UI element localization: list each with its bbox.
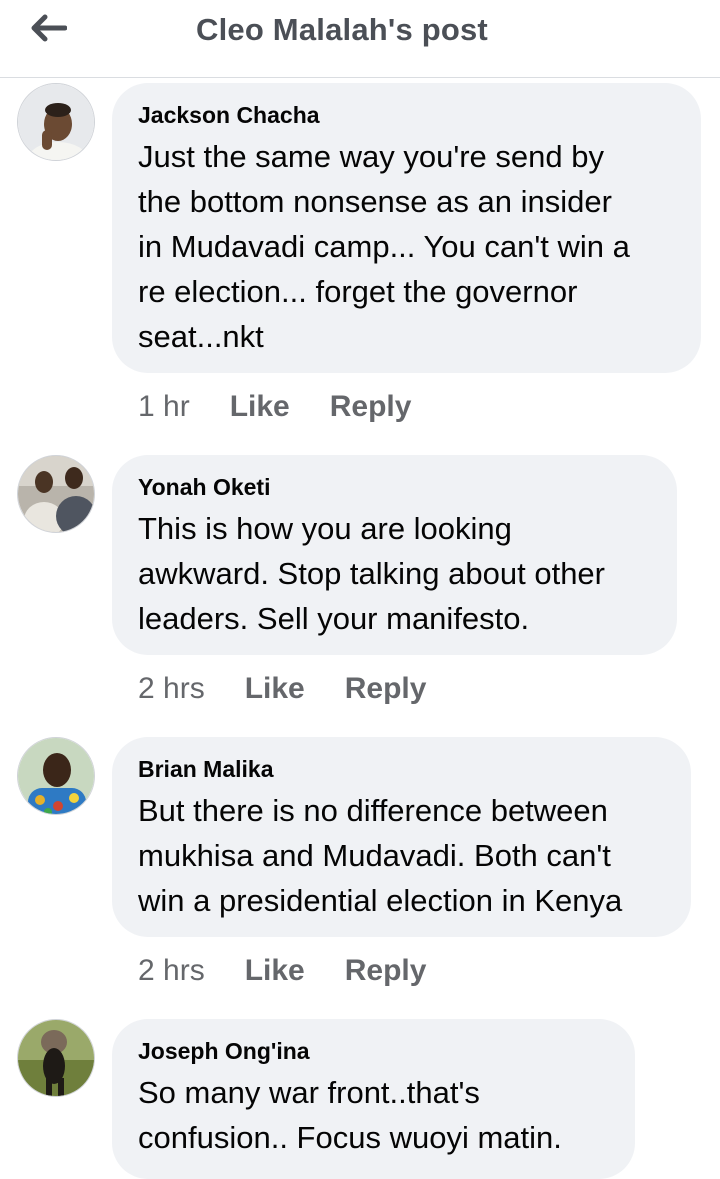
- like-button[interactable]: Like: [230, 390, 290, 424]
- back-button[interactable]: [26, 8, 70, 48]
- comment-author[interactable]: Brian Malika: [138, 754, 665, 784]
- comment-time[interactable]: 1 hr: [138, 390, 190, 424]
- reply-button[interactable]: Reply: [345, 954, 427, 988]
- comment-text: Just the same way you're send by the bot…: [138, 139, 630, 354]
- comment-author[interactable]: Joseph Ong'ina: [138, 1036, 609, 1066]
- page-title: Cleo Malalah's post: [196, 12, 488, 47]
- comment-bubble: Joseph Ong'ina So many war front..that's…: [112, 1019, 635, 1179]
- avatar[interactable]: [17, 83, 95, 161]
- like-button[interactable]: Like: [245, 954, 305, 988]
- comment-text: So many war front..that's confusion.. Fo…: [138, 1075, 562, 1155]
- comment-actions: 2 hrs Like Reply: [138, 672, 466, 706]
- top-bar: Cleo Malalah's post: [0, 0, 720, 78]
- avatar[interactable]: [17, 1019, 95, 1097]
- reply-button[interactable]: Reply: [330, 390, 412, 424]
- comment-bubble: Jackson Chacha Just the same way you're …: [112, 83, 701, 373]
- comment-actions: 2 hrs Like Reply: [138, 954, 466, 988]
- like-button[interactable]: Like: [245, 672, 305, 706]
- comment-text: But there is no difference between mukhi…: [138, 793, 623, 918]
- comment-author[interactable]: Yonah Oketi: [138, 472, 651, 502]
- avatar[interactable]: [17, 737, 95, 815]
- comment-time[interactable]: 2 hrs: [138, 954, 205, 988]
- arrow-left-icon: [31, 14, 67, 42]
- comment-text: This is how you are looking awkward. Sto…: [138, 511, 605, 636]
- avatar[interactable]: [17, 455, 95, 533]
- comment-actions: 1 hr Like Reply: [138, 390, 451, 424]
- reply-button[interactable]: Reply: [345, 672, 427, 706]
- comment-bubble: Yonah Oketi This is how you are looking …: [112, 455, 677, 655]
- comment-author[interactable]: Jackson Chacha: [138, 100, 675, 130]
- comment-bubble: Brian Malika But there is no difference …: [112, 737, 691, 937]
- comment-time[interactable]: 2 hrs: [138, 672, 205, 706]
